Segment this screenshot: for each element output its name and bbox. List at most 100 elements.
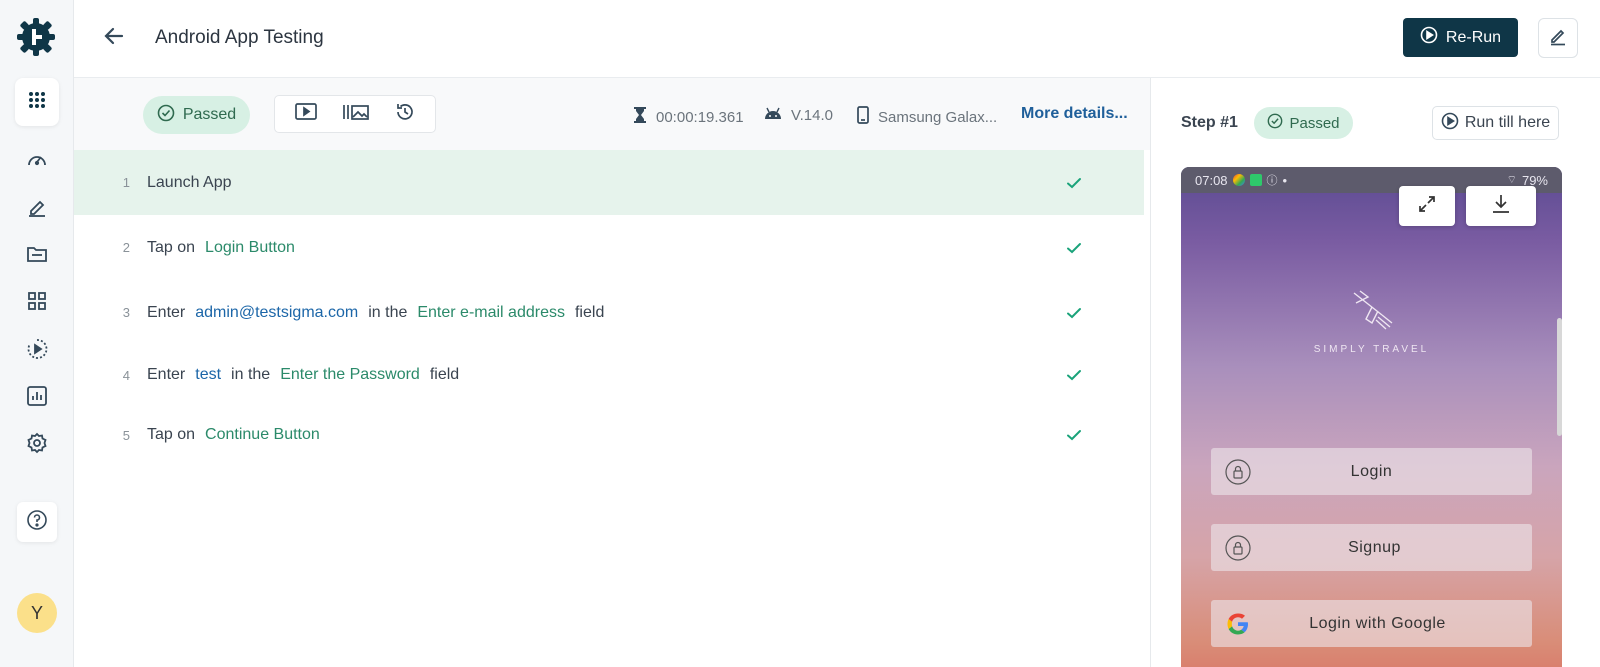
step-element[interactable]: Enter e-mail address [417,304,565,322]
left-sidebar: Y [0,0,74,667]
phone-icon [856,106,870,128]
step-test-data[interactable]: test [195,366,221,384]
step-number: 4 [122,367,130,383]
step-keyword: Tap on [147,238,196,256]
check-icon [1065,426,1083,444]
step-row[interactable]: 1 Launch App [74,150,1144,215]
step-keyword: in the [231,366,271,383]
os-version-info: V.14.0 [763,106,833,124]
logo-gear-icon[interactable] [16,17,56,57]
duration-info: 00:00:19.361 [632,106,744,128]
device-value: Samsung Galax... [878,108,998,126]
info-icon: ⓘ [1266,175,1278,187]
step-text: Enter test in the Enter the Password field [147,366,459,384]
device-info: Samsung Galax... [856,106,997,128]
run-till-here-button[interactable]: Run till here [1432,106,1559,140]
step-element[interactable]: Enter the Password [280,366,420,384]
app-signup-button[interactable]: Signup [1211,524,1532,571]
app-signup-label: Signup [1348,538,1401,556]
step-row[interactable]: 3 Enter admin@testsigma.com in the Enter e-m… [74,280,1144,345]
step-number: 5 [122,427,130,443]
download-icon [1491,193,1511,220]
step-number: 1 [122,175,130,190]
help-button[interactable] [17,502,57,542]
download-button[interactable] [1466,186,1536,226]
plane-logo-icon [1353,290,1392,330]
step-row[interactable]: 5 Tap on Continue Button [74,405,1144,465]
nav-apps-button[interactable] [15,78,59,126]
video-icon[interactable] [294,101,318,128]
step-number: 3 [122,305,130,320]
screenshots-icon[interactable] [341,101,371,128]
screenshot-scrollbar[interactable] [1557,318,1562,436]
help-icon [26,509,48,536]
avatar[interactable]: Y [17,593,57,633]
check-icon [1065,239,1083,257]
duration-value: 00:00:19.361 [656,108,744,126]
folder-icon[interactable] [24,241,50,267]
step-keyword: Launch App [147,173,232,191]
step-status-label: Passed [1289,114,1340,132]
brand-name: SIMPLY TRAVEL [1313,344,1430,355]
chrome-icon [1232,174,1245,186]
step-text: Tap on Login Button [147,239,295,257]
step-list: 1 Launch App 2 Tap on Login Button 3 Enter admi… [74,150,1144,465]
wifi-icon: ⌔ [1506,174,1517,186]
back-button[interactable] [100,24,128,52]
step-keyword: field [574,303,605,321]
step-detail-pane: Step #1 Passed Run till here 07:08 ⓘ • ⌔… [1151,78,1600,667]
step-text: Enter admin@testsigma.com in the Enter e-ma… [147,304,604,322]
os-version-value: V.14.0 [791,106,833,124]
step-number: 2 [122,240,130,255]
step-element[interactable]: Login Button [205,239,295,257]
expand-button[interactable] [1399,186,1455,226]
check-circle-icon [157,104,175,127]
run-till-here-label: Run till here [1464,114,1551,131]
rerun-button[interactable]: Re-Run [1403,18,1518,57]
history-icon[interactable] [394,101,416,128]
dashboard-icon[interactable] [24,147,50,173]
more-details-link[interactable]: More details... [1021,105,1128,123]
edit-icon[interactable] [24,194,50,220]
media-toggle-group [274,95,436,133]
app-google-login-label: Login with Google [1309,614,1446,632]
step-row[interactable]: 4 Enter test in the Enter the Password field [74,345,1144,405]
step-keyword: Tap on [147,426,196,443]
check-icon [1065,304,1083,322]
dot-icon: • [1282,172,1288,188]
device-screenshot: 07:08 ⓘ • ⌔ 79% SIMPLY TRAVEL Login Sign… [1181,167,1562,667]
step-row[interactable]: 2 Tap on Login Button [74,215,1144,280]
check-icon [1065,366,1083,384]
expand-icon [1417,194,1437,219]
check-circle-icon [1267,113,1283,133]
device-time: 07:08 [1195,172,1228,188]
step-element[interactable]: Continue Button [205,426,320,444]
android-icon [763,106,783,124]
settings-icon[interactable] [24,430,50,456]
modules-icon[interactable] [24,288,50,314]
status-label: Passed [182,106,237,123]
hourglass-icon [632,106,648,128]
reports-icon[interactable] [24,383,50,409]
run-icon[interactable] [24,336,50,362]
step-keyword: field [429,366,460,383]
app-brand: SIMPLY TRAVEL [1181,285,1562,355]
step-keyword: Enter [147,303,186,321]
result-toolbar: Passed 00:00:19.361 V.14.0 Samsung Galax… [74,78,1152,150]
play-circle-icon [1420,26,1438,49]
step-status-badge: Passed [1254,107,1353,139]
edit-button[interactable] [1538,18,1578,58]
step-text: Tap on Continue Button [147,426,320,444]
step-keyword: Enter [147,366,186,383]
app-login-button[interactable]: Login [1211,448,1532,495]
app-notification-icon [1249,174,1262,186]
app-google-login-button[interactable]: Login with Google [1211,600,1532,647]
rerun-label: Re-Run [1445,28,1502,46]
status-badge: Passed [143,96,250,134]
page-title: Android App Testing [155,27,324,48]
pencil-icon [1548,26,1568,51]
step-test-data[interactable]: admin@testsigma.com [195,304,358,322]
play-circle-icon [1441,112,1459,135]
step-keyword: in the [368,303,408,321]
apps-grid-icon [28,91,46,114]
